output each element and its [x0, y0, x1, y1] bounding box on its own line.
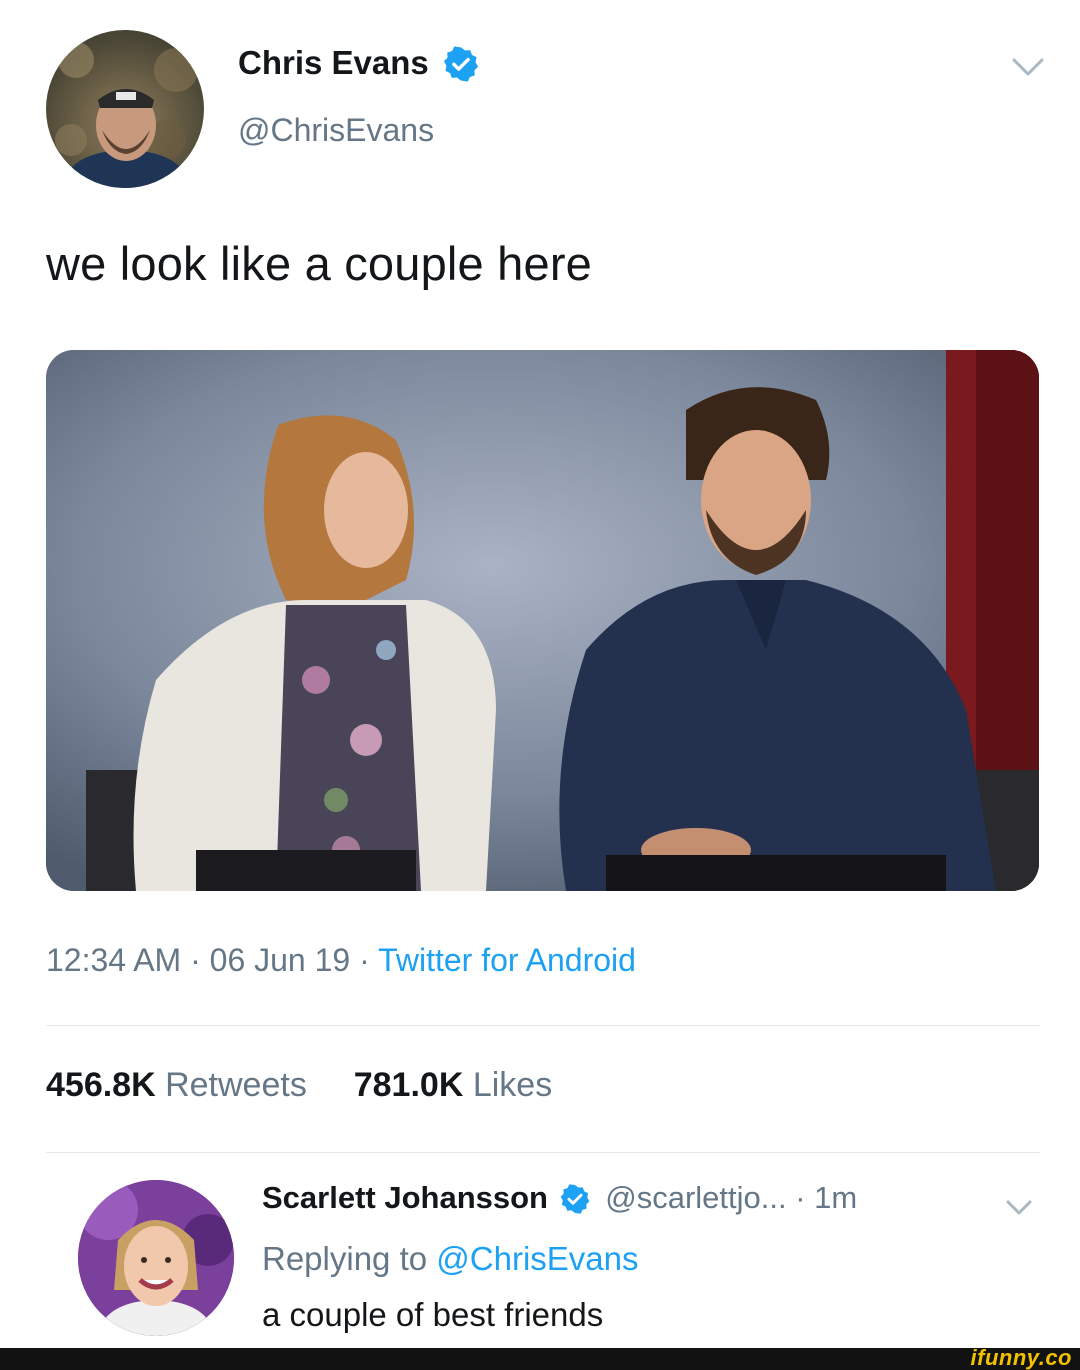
- meta-separator: ·: [359, 942, 370, 978]
- watermark: ifunny.co: [970, 1345, 1072, 1370]
- author-handle[interactable]: @ChrisEvans: [238, 112, 434, 149]
- divider: [46, 1152, 1040, 1153]
- reply-time: · 1m: [795, 1180, 858, 1215]
- author-name-row[interactable]: Chris Evans: [238, 44, 480, 85]
- avatar-photo: [78, 1180, 234, 1336]
- retweets-count: 456.8K: [46, 1066, 156, 1104]
- likes-count: 781.0K: [353, 1066, 464, 1104]
- retweets-label: Retweets: [165, 1066, 307, 1104]
- watermark-bar: [0, 1348, 1080, 1370]
- chevron-down-icon[interactable]: [1002, 1194, 1036, 1220]
- tweet-meta: 12:34 AM · 06 Jun 19 · Twitter for Andro…: [46, 942, 636, 979]
- avatar-photo: [55, 42, 198, 188]
- replying-mention-link[interactable]: @ChrisEvans: [436, 1240, 638, 1277]
- reply-author-name[interactable]: Scarlett Johansson: [262, 1180, 548, 1215]
- reply-author-handle[interactable]: @scarlettjo...: [605, 1180, 786, 1215]
- likes-stat[interactable]: 781.0K Likes: [354, 1066, 552, 1104]
- reply-text: a couple of best friends: [262, 1296, 604, 1333]
- retweets-stat[interactable]: 456.8K Retweets: [46, 1066, 316, 1104]
- reply-header: Scarlett Johansson @scarlettjo... · 1m: [262, 1180, 857, 1218]
- author-name[interactable]: Chris Evans: [238, 44, 429, 81]
- verified-badge-icon: [438, 45, 480, 85]
- tweet-date: 06 Jun 19: [209, 942, 351, 978]
- likes-label: Likes: [472, 1066, 553, 1104]
- media-photo: [46, 350, 1039, 891]
- tweet-media[interactable]: [46, 350, 1039, 891]
- author-avatar[interactable]: [46, 30, 204, 188]
- tweet-stats: 456.8K Retweets 781.0K Likes: [46, 1066, 552, 1105]
- reply-avatar[interactable]: [78, 1180, 234, 1336]
- replying-label: Replying to: [262, 1240, 428, 1277]
- replying-to: Replying to @ChrisEvans: [262, 1240, 639, 1278]
- verified-badge-icon: [557, 1182, 597, 1218]
- tweet-time: 12:34 AM: [46, 942, 182, 978]
- divider: [46, 1025, 1040, 1026]
- tweet-text: we look like a couple here: [46, 237, 593, 290]
- meta-separator: ·: [190, 942, 201, 978]
- chevron-down-icon[interactable]: [1008, 52, 1048, 82]
- tweet-source-link[interactable]: Twitter for Android: [378, 942, 636, 978]
